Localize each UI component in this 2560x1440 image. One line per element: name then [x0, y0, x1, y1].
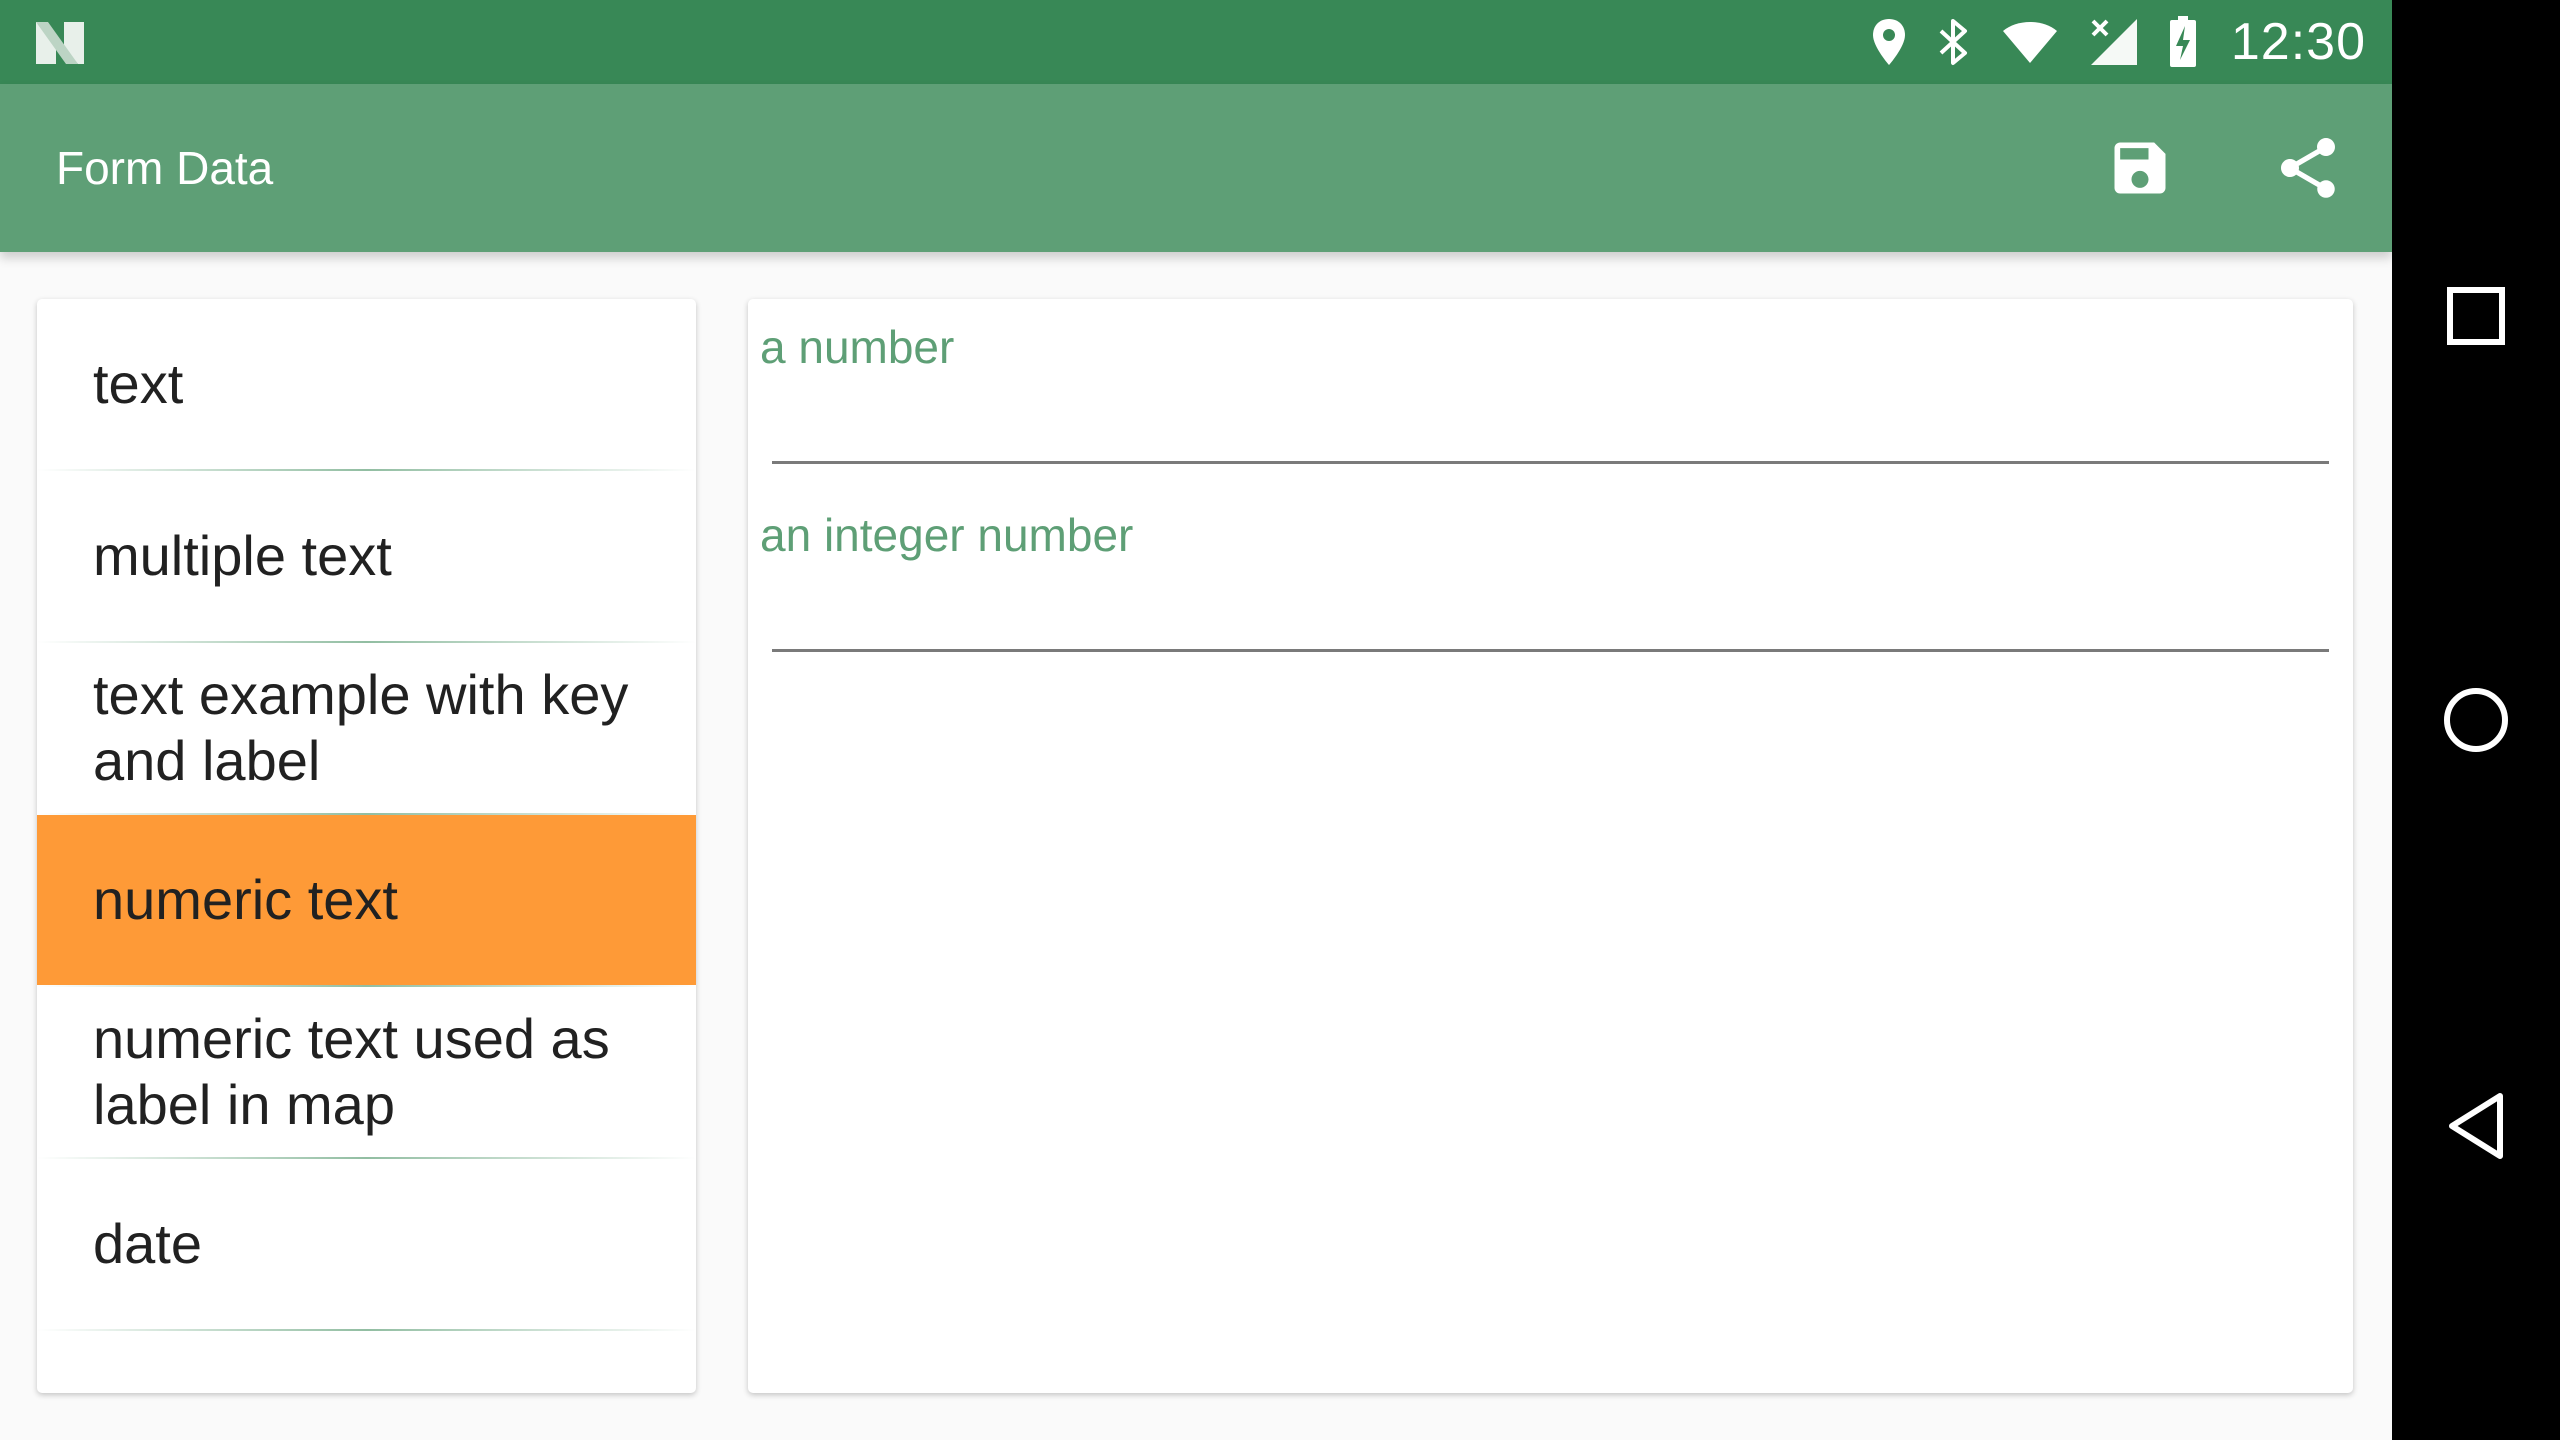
list-item-date[interactable]: date	[37, 1159, 696, 1329]
n-logo-icon	[36, 22, 84, 64]
back-icon	[2449, 1093, 2503, 1159]
list-item-text-example-key-label[interactable]: text example with key and label	[37, 643, 696, 813]
list-item-label: multiple text	[93, 524, 392, 587]
field-label: an integer number	[760, 509, 1134, 561]
field-an-integer-number: an integer number	[760, 507, 2330, 652]
back-button[interactable]	[2392, 1046, 2560, 1206]
list-item-label: date	[93, 1212, 202, 1275]
home-icon	[2444, 688, 2508, 752]
list-item-label: numeric text used as label in map	[93, 1007, 610, 1136]
wifi-icon	[2002, 22, 2057, 63]
list-item-multiple-text[interactable]: multiple text	[37, 471, 696, 641]
status-time: 12:30	[2230, 13, 2366, 71]
form-section-list: text multiple text text example with key…	[37, 299, 696, 1393]
list-item-numeric-text[interactable]: numeric text	[37, 815, 696, 985]
location-icon	[1872, 19, 1905, 65]
bluetooth-icon	[1939, 19, 1967, 65]
list-item-label: ti	[93, 1383, 121, 1393]
battery-charging-icon	[2169, 16, 2196, 67]
recent-apps-icon	[2447, 287, 2505, 345]
number-input[interactable]	[772, 394, 2329, 464]
app-bar: Form Data	[0, 84, 2392, 252]
field-a-number: a number	[760, 319, 2330, 464]
form-fields-panel: a number an integer number	[748, 299, 2353, 1393]
list-item-time[interactable]: ti	[37, 1331, 696, 1393]
navigation-bar	[2392, 0, 2560, 1440]
list-item-text[interactable]: text	[37, 299, 696, 469]
list-item-label: numeric text	[93, 868, 398, 931]
save-button[interactable]	[2100, 128, 2180, 208]
status-icons: 12:30	[1871, 0, 2366, 84]
home-button[interactable]	[2392, 640, 2560, 800]
share-icon	[2281, 138, 2335, 198]
app-title: Form Data	[56, 142, 274, 194]
field-label: a number	[760, 321, 955, 373]
signal-icon	[2090, 19, 2137, 65]
save-icon	[2114, 142, 2166, 194]
integer-input[interactable]	[772, 582, 2329, 652]
list-item-numeric-text-label-map[interactable]: numeric text used as label in map	[37, 987, 696, 1157]
list-item-label: text	[93, 352, 184, 415]
status-bar: 12:30	[0, 0, 2392, 84]
share-button[interactable]	[2268, 128, 2348, 208]
list-item-label: text example with key and label	[93, 663, 629, 792]
recent-apps-button[interactable]	[2392, 236, 2560, 396]
